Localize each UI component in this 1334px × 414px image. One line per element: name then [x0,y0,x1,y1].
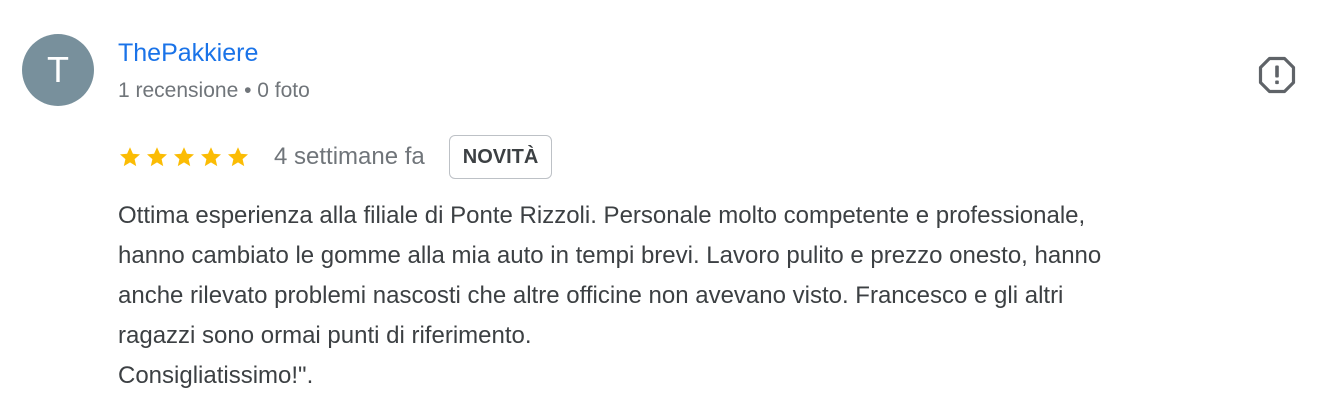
new-badge: NOVITÀ [448,135,553,179]
author-meta: 1 recensione • 0 foto [118,79,310,102]
star-rating [118,145,250,169]
star-icon [120,147,140,167]
review-line: hanno cambiato le gomme alla mia auto in… [118,242,1102,269]
avatar-initial: T [47,49,69,90]
star-icon [201,147,221,167]
avatar[interactable]: T [22,34,94,106]
star-icon [147,147,167,167]
review-text: Ottima esperienza alla filiale di Ponte … [118,196,1318,396]
review-line: anche rilevato problemi nascosti che alt… [118,282,1064,309]
author-name-link[interactable]: ThePakkiere [118,38,258,68]
report-flag-icon [1258,56,1296,94]
report-flag-button[interactable] [1258,56,1296,94]
review-line: Consigliatissimo!". [118,362,314,389]
star-icon [174,147,194,167]
review-card: T ThePakkiere 1 recensione • 0 foto 4 se… [0,0,1334,414]
rating-row: 4 settimane fa NOVITÀ [118,134,553,180]
star-icon [228,147,248,167]
review-line: Ottima esperienza alla filiale di Ponte … [118,202,1086,229]
review-line: ragazzi sono ormai punti di riferimento. [118,322,532,349]
review-date: 4 settimane fa [274,143,425,170]
